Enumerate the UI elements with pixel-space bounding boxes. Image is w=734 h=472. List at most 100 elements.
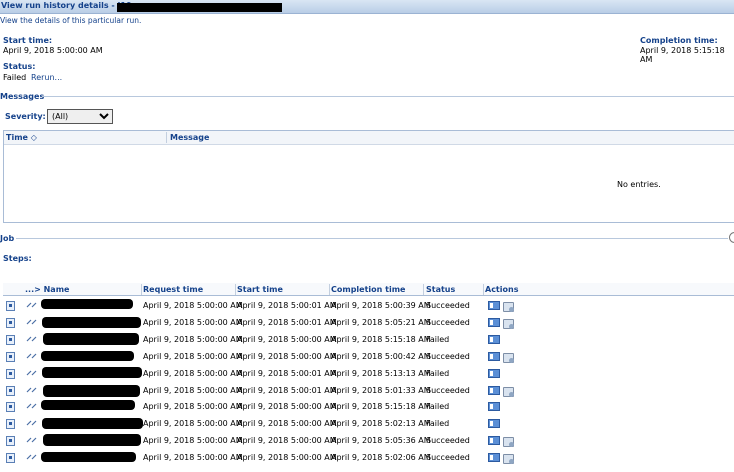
redacted-step-name — [43, 384, 140, 397]
start-time-cell: April 9, 2018 5:00:00 AM — [237, 351, 337, 361]
edit-icon[interactable] — [26, 353, 39, 359]
view-log-icon[interactable] — [488, 453, 500, 463]
completion-time-cell: April 9, 2018 5:13:13 AM — [331, 368, 431, 378]
start-time-label: Start time: — [3, 36, 53, 45]
steps-table-header: ...> Name Request time Start time Comple… — [3, 283, 734, 296]
request-time-cell: April 9, 2018 5:00:00 AM — [143, 385, 243, 395]
status-cell: Failed — [426, 419, 450, 429]
column-separator[interactable] — [329, 284, 330, 295]
completion-time-cell: April 9, 2018 5:15:18 AM — [331, 402, 431, 412]
completion-time-cell: April 9, 2018 5:00:39 AM — [331, 301, 431, 310]
collapse-toggle-icon[interactable] — [729, 232, 734, 243]
step-detail-icon[interactable] — [6, 453, 15, 464]
view-log-icon[interactable] — [488, 385, 500, 395]
start-time-cell: April 9, 2018 5:00:01 AM — [237, 317, 337, 327]
completion-time-cell: April 9, 2018 5:05:21 AM — [331, 317, 431, 327]
table-row[interactable]: April 9, 2018 5:00:00 AM April 9, 2018 5:… — [3, 365, 734, 382]
col-time[interactable]: Time ◇ — [6, 133, 37, 142]
status-cell: Failed — [426, 402, 450, 412]
status-cell: Succeeded — [426, 453, 470, 463]
request-time-cell: April 9, 2018 5:00:00 AM — [143, 351, 243, 361]
messages-table-header: Time ◇ Message — [4, 131, 734, 145]
redaction — [117, 3, 282, 12]
col-start-time[interactable]: Start time — [237, 285, 283, 294]
edit-icon[interactable] — [26, 336, 39, 342]
edit-icon[interactable] — [26, 420, 39, 426]
col-completion-time[interactable]: Completion time — [331, 285, 405, 294]
rerun-link[interactable]: Rerun... — [31, 73, 62, 82]
step-detail-icon[interactable] — [6, 351, 15, 362]
completion-time-cell: April 9, 2018 5:05:36 AM — [331, 436, 431, 446]
table-row[interactable]: April 9, 2018 5:00:00 AM April 9, 2018 5:… — [3, 314, 734, 331]
step-detail-icon[interactable] — [6, 368, 15, 379]
completion-time-cell: April 9, 2018 5:02:13 AM — [331, 419, 431, 429]
edit-icon[interactable] — [26, 302, 39, 308]
edit-icon[interactable] — [26, 387, 39, 393]
col-time-label: Time — [6, 133, 28, 142]
request-time-cell: April 9, 2018 5:00:00 AM — [143, 317, 243, 327]
table-row[interactable]: April 9, 2018 5:00:00 AM April 9, 2018 5:… — [3, 398, 734, 415]
view-output-icon[interactable] — [503, 437, 514, 448]
severity-select[interactable]: (All) — [47, 109, 113, 124]
table-row[interactable]: April 9, 2018 5:00:00 AM April 9, 2018 5:… — [3, 432, 734, 449]
job-section-title: Job — [0, 234, 15, 243]
table-row[interactable]: April 9, 2018 5:00:00 AM April 9, 2018 5:… — [3, 382, 734, 399]
col-status[interactable]: Status — [426, 285, 455, 294]
step-detail-icon[interactable] — [6, 436, 15, 447]
step-detail-icon[interactable] — [6, 419, 15, 430]
step-detail-icon[interactable] — [6, 385, 15, 396]
completion-time-cell: April 9, 2018 5:00:42 AM — [331, 351, 431, 361]
column-separator[interactable] — [423, 284, 424, 295]
col-request-time[interactable]: Request time — [143, 285, 203, 294]
edit-icon[interactable] — [26, 437, 39, 443]
start-time-cell: April 9, 2018 5:00:01 AM — [237, 385, 337, 395]
view-log-icon[interactable] — [488, 351, 500, 361]
view-output-icon[interactable] — [503, 386, 514, 397]
column-separator[interactable] — [166, 132, 167, 143]
view-output-icon[interactable] — [503, 318, 514, 329]
table-row[interactable]: April 9, 2018 5:00:00 AM April 9, 2018 5:… — [3, 331, 734, 348]
column-separator[interactable] — [141, 284, 142, 295]
table-row[interactable]: April 9, 2018 5:00:00 AM April 9, 2018 5:… — [3, 297, 734, 314]
redacted-step-name — [42, 418, 143, 430]
table-row[interactable]: April 9, 2018 5:00:00 AM April 9, 2018 5:… — [3, 415, 734, 432]
view-log-icon[interactable] — [488, 301, 500, 310]
redacted-step-name — [43, 332, 139, 345]
step-detail-icon[interactable] — [6, 317, 15, 328]
view-log-icon[interactable] — [488, 334, 500, 344]
step-detail-icon[interactable] — [6, 402, 15, 413]
view-log-icon[interactable] — [488, 419, 500, 429]
step-detail-icon[interactable] — [6, 334, 15, 345]
edit-icon[interactable] — [26, 370, 39, 376]
view-output-icon[interactable] — [503, 352, 514, 363]
column-separator[interactable] — [483, 284, 484, 295]
col-message[interactable]: Message — [170, 133, 209, 142]
start-time-cell: April 9, 2018 5:00:01 AM — [237, 301, 337, 310]
redacted-step-name — [41, 299, 133, 309]
view-output-icon[interactable] — [503, 302, 514, 312]
steps-label: Steps: — [3, 254, 32, 263]
view-log-icon[interactable] — [488, 436, 500, 446]
view-log-icon[interactable] — [488, 368, 500, 378]
table-row[interactable]: April 9, 2018 5:00:00 AM April 9, 2018 5:… — [3, 449, 734, 466]
status-cell: Failed — [426, 368, 450, 378]
messages-table: Time ◇ Message — [3, 130, 734, 223]
step-detail-icon[interactable] — [6, 301, 15, 311]
view-output-icon[interactable] — [503, 454, 514, 465]
view-log-icon[interactable] — [488, 402, 500, 412]
request-time-cell: April 9, 2018 5:00:00 AM — [143, 419, 243, 429]
column-separator[interactable] — [235, 284, 236, 295]
redacted-step-name — [42, 316, 141, 328]
edit-icon[interactable] — [26, 319, 39, 325]
request-time-cell: April 9, 2018 5:00:00 AM — [143, 368, 243, 378]
table-row[interactable]: April 9, 2018 5:00:00 AM April 9, 2018 5:… — [3, 348, 734, 365]
view-log-icon[interactable] — [488, 317, 500, 327]
col-name[interactable]: ...> Name — [25, 285, 69, 294]
edit-icon[interactable] — [26, 454, 39, 460]
request-time-cell: April 9, 2018 5:00:00 AM — [143, 402, 243, 412]
divider — [16, 238, 728, 239]
status-cell: Failed — [426, 334, 450, 344]
no-entries-text: No entries. — [617, 180, 661, 189]
divider — [42, 96, 734, 97]
edit-icon[interactable] — [26, 403, 39, 409]
